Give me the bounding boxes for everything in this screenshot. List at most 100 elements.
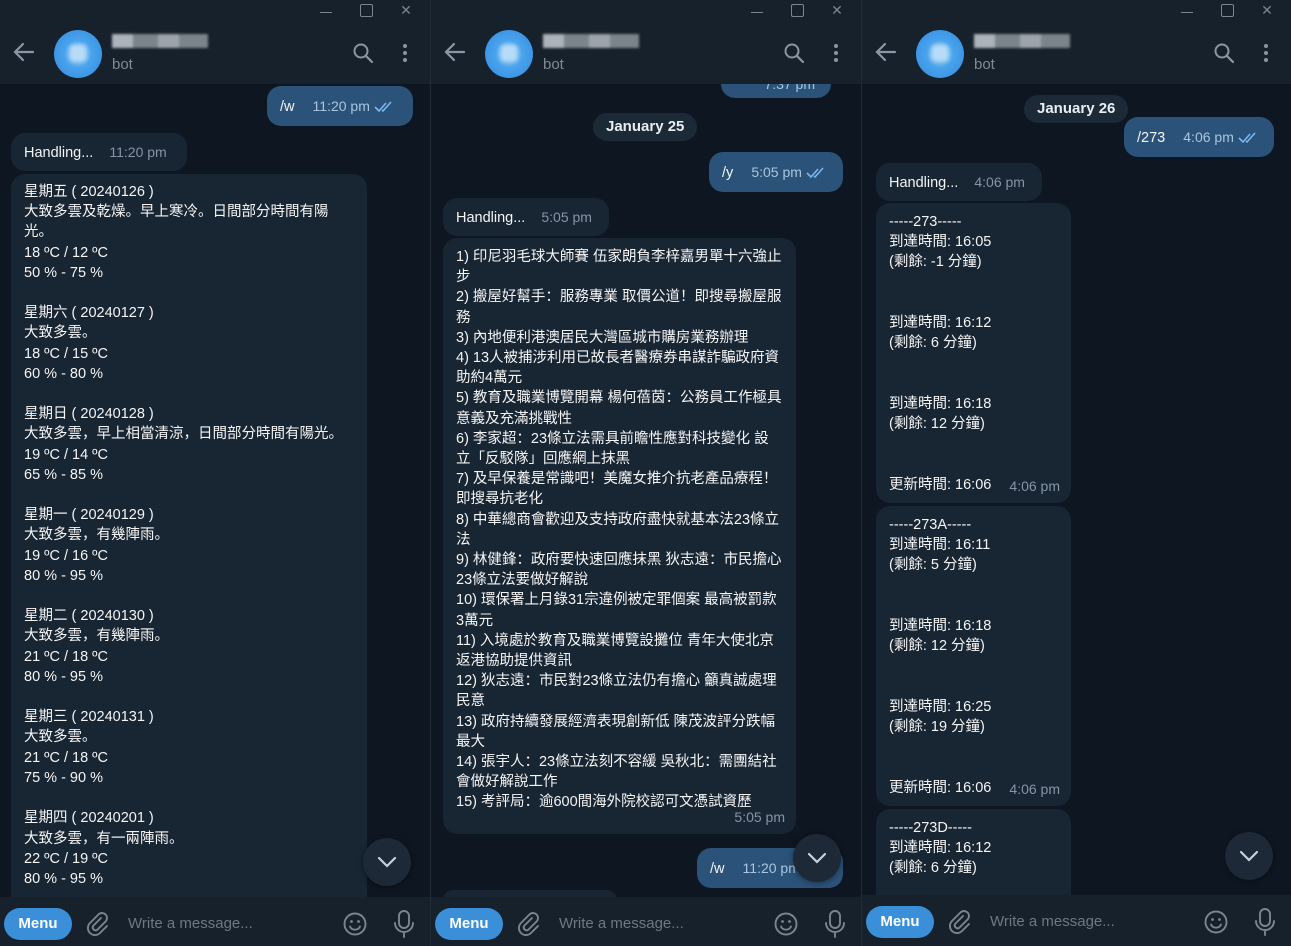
date-separator: January 25: [593, 113, 698, 141]
maximize-button[interactable]: [1207, 0, 1247, 22]
menu-button[interactable]: Menu: [4, 908, 72, 940]
chat-window-1: ✕ bot /w 11:20 pm Handling... 11:20 pm 星…: [0, 0, 430, 946]
message-text: /w: [280, 99, 295, 115]
message-time: 11:20 pm: [312, 98, 370, 114]
paperclip-icon[interactable]: [946, 909, 972, 935]
chevron-down-icon: [1239, 850, 1259, 862]
message-text: /273: [1137, 130, 1166, 146]
double-check-icon: [806, 167, 824, 179]
chat-window-2: ✕ 7:37 pm January 25 /y 5:05 pm Handling…: [431, 0, 861, 946]
message-input[interactable]: [559, 910, 749, 936]
avatar[interactable]: [485, 30, 533, 78]
message-time: 11:20 pm: [109, 144, 167, 160]
microphone-icon[interactable]: [823, 909, 847, 939]
message-time: 4:06 pm: [1009, 477, 1060, 494]
composer: Menu: [862, 895, 1291, 946]
title-bar: ✕: [862, 0, 1291, 22]
incoming-message: Handling... 4:06 pm: [876, 163, 1042, 201]
message-feed[interactable]: January 26 /273 4:06 pm Handling... 4:06…: [862, 84, 1291, 897]
more-vertical-icon[interactable]: [825, 42, 847, 64]
double-check-icon: [374, 101, 392, 113]
chat-window-3: ✕ bot January 26 /273 4:06 pm Handling..…: [862, 0, 1291, 946]
search-icon[interactable]: [1213, 42, 1235, 64]
scroll-down-button[interactable]: [363, 838, 411, 886]
emoji-icon[interactable]: [1203, 909, 1229, 935]
message-time: 4:06 pm: [1183, 129, 1234, 145]
emoji-icon[interactable]: [773, 911, 799, 937]
menu-button[interactable]: Menu: [435, 908, 503, 940]
chat-header: bot: [0, 22, 430, 84]
double-check-icon: [1238, 132, 1256, 144]
chat-title-redacted: [974, 34, 1070, 48]
incoming-message: Handling... 5:05 pm: [443, 198, 609, 236]
message-text: -----273D----- 到達時間: 16:12 (剩餘: 6 分鐘): [889, 820, 992, 877]
news-headlines-message: 1) 印尼羽毛球大師賽 伍家朗負李梓嘉男單十六強止步 2) 搬屋好幫手：服務專業…: [443, 238, 796, 834]
message-time: 5:05 pm: [541, 209, 592, 225]
minimize-button[interactable]: [306, 0, 346, 22]
paperclip-icon[interactable]: [515, 911, 541, 937]
outgoing-message: /y 5:05 pm: [709, 152, 843, 192]
microphone-icon[interactable]: [392, 909, 416, 939]
bus-eta-message: -----273A----- 到達時間: 16:11 (剩餘: 5 分鐘) 到達…: [876, 506, 1071, 806]
message-text: -----273----- 到達時間: 16:05 (剩餘: -1 分鐘) 到達…: [889, 214, 992, 493]
microphone-icon[interactable]: [1253, 907, 1277, 937]
message-text: -----273A----- 到達時間: 16:11 (剩餘: 5 分鐘) 到達…: [889, 517, 992, 796]
bus-eta-message: -----273D----- 到達時間: 16:12 (剩餘: 6 分鐘): [876, 809, 1071, 897]
message-input[interactable]: [128, 910, 318, 936]
scroll-down-button[interactable]: [1225, 832, 1273, 880]
message-feed[interactable]: /w 11:20 pm Handling... 11:20 pm 星期五 ( 2…: [0, 84, 430, 897]
message-text: Handling...: [24, 145, 94, 161]
search-icon[interactable]: [352, 42, 374, 64]
back-arrow-icon[interactable]: [10, 38, 38, 66]
paperclip-icon[interactable]: [84, 911, 110, 937]
chat-subtitle: bot: [974, 56, 995, 73]
composer: Menu: [431, 897, 861, 946]
chat-header: bot: [431, 22, 861, 84]
back-arrow-icon[interactable]: [872, 38, 900, 66]
outgoing-message: /w 11:20 pm: [267, 86, 413, 126]
minimize-button[interactable]: [737, 0, 777, 22]
bus-eta-message: -----273----- 到達時間: 16:05 (剩餘: -1 分鐘) 到達…: [876, 203, 1071, 503]
message-text: 1) 印尼羽毛球大師賽 伍家朗負李梓嘉男單十六強止步 2) 搬屋好幫手：服務專業…: [456, 249, 782, 811]
maximize-button[interactable]: [346, 0, 386, 22]
emoji-icon[interactable]: [342, 911, 368, 937]
more-vertical-icon[interactable]: [1255, 42, 1277, 64]
minimize-button[interactable]: [1167, 0, 1207, 22]
back-arrow-icon[interactable]: [441, 38, 469, 66]
outgoing-message: /273 4:06 pm: [1124, 117, 1274, 157]
message-time: 4:06 pm: [1009, 780, 1060, 797]
search-icon[interactable]: [783, 42, 805, 64]
avatar[interactable]: [916, 30, 964, 78]
more-vertical-icon[interactable]: [394, 42, 416, 64]
weather-forecast-message: 星期五 ( 20240126 ) 大致多雲及乾燥。早上寒冷。日間部分時間有陽光。…: [11, 174, 367, 897]
incoming-message: Handling... 11:20 pm: [11, 133, 187, 171]
chat-title-redacted: [543, 34, 639, 48]
message-text: Handling...: [456, 210, 526, 226]
menu-button[interactable]: Menu: [866, 906, 934, 938]
message-text: /y: [722, 165, 734, 181]
message-time: 5:05 pm: [734, 808, 785, 825]
chevron-down-icon: [377, 856, 397, 868]
scroll-down-button[interactable]: [793, 834, 841, 882]
chat-header: bot: [862, 22, 1291, 84]
close-button[interactable]: ✕: [817, 0, 857, 22]
avatar[interactable]: [54, 30, 102, 78]
title-bar: ✕: [431, 0, 861, 22]
title-bar: ✕: [0, 0, 430, 22]
message-text: /w: [710, 861, 725, 877]
chat-subtitle: bot: [112, 56, 133, 73]
message-input[interactable]: [990, 908, 1180, 934]
close-button[interactable]: ✕: [1247, 0, 1287, 22]
message-text: Handling...: [889, 175, 959, 191]
message-time: 11:20 pm: [742, 860, 800, 876]
maximize-button[interactable]: [777, 0, 817, 22]
message-feed[interactable]: 7:37 pm January 25 /y 5:05 pm Handling..…: [431, 22, 861, 897]
composer: Menu: [0, 897, 430, 946]
date-separator: January 26: [1024, 95, 1129, 123]
incoming-message-partial: [443, 890, 617, 897]
chevron-down-icon: [807, 852, 827, 864]
message-time: 4:06 pm: [974, 174, 1025, 190]
close-button[interactable]: ✕: [386, 0, 426, 22]
chat-title-redacted: [112, 34, 208, 48]
message-time: 5:05 pm: [751, 164, 802, 180]
